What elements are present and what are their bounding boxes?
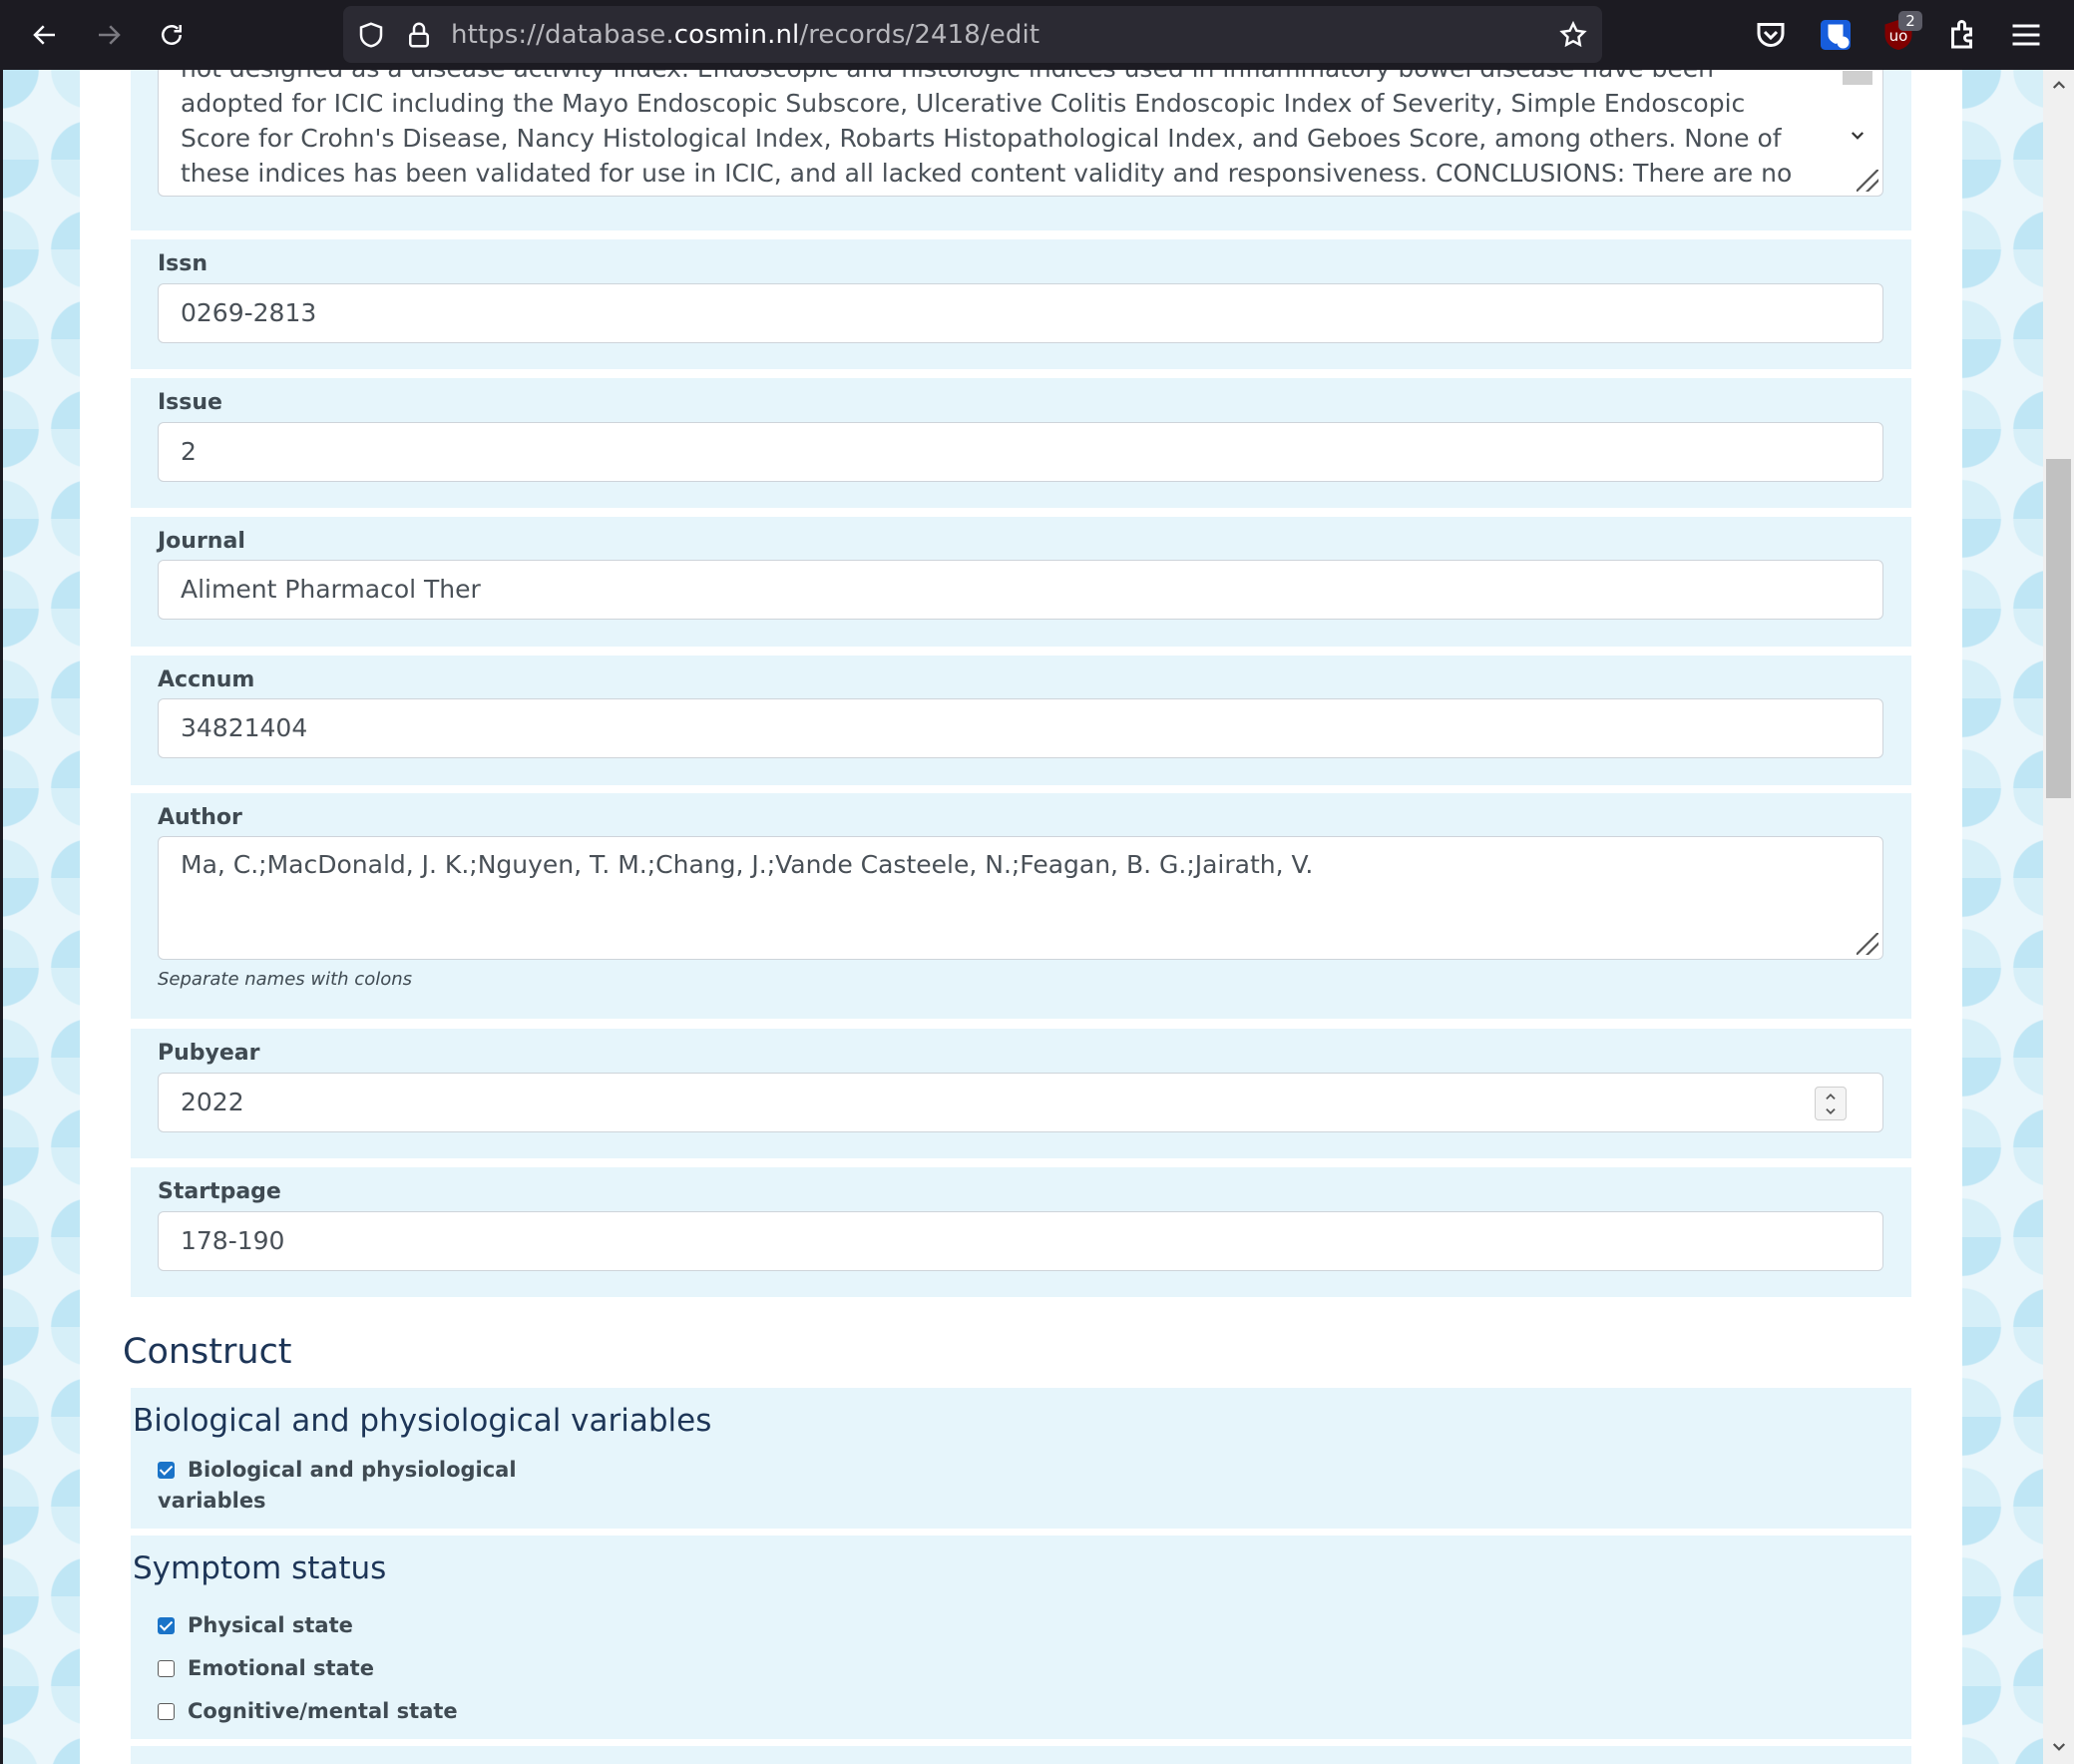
checkbox-label-continued: variables [158, 1489, 266, 1513]
abstract-scroll-thumb[interactable] [1843, 71, 1872, 85]
scroll-thumb[interactable] [2046, 459, 2071, 798]
spinner-down-icon[interactable] [1823, 1104, 1839, 1118]
author-text: Ma, C.;MacDonald, J. K.;Nguyen, T. M.;Ch… [181, 850, 1314, 879]
pocket-icon[interactable] [1753, 17, 1789, 53]
address-bar[interactable]: https://database.cosmin.nl/records/2418/… [343, 6, 1602, 63]
checkbox-row-biological[interactable]: Biological and physiological variables [158, 1455, 517, 1517]
checkbox-label: Emotional state [188, 1656, 374, 1680]
issn-input[interactable]: 0269-2813 [158, 283, 1883, 343]
accnum-field-group: Accnum 34821404 [131, 656, 1911, 785]
window-edge [0, 70, 3, 1764]
checkbox-row-physical-state[interactable]: Physical state [158, 1610, 353, 1641]
reload-icon[interactable] [149, 12, 195, 58]
chevron-down-icon[interactable] [1849, 127, 1867, 145]
checkbox-label: Biological and physiological [188, 1458, 517, 1482]
construct-group-symptom-status: Symptom status Physical state Emotional … [131, 1536, 1911, 1739]
scroll-down-arrow-icon[interactable] [2050, 1738, 2068, 1756]
extensions-puzzle-icon[interactable] [1945, 17, 1981, 53]
page-scrollbar[interactable] [2043, 70, 2074, 1764]
author-field-group: Author Ma, C.;MacDonald, J. K.;Nguyen, T… [131, 793, 1911, 1019]
checkbox-unchecked-icon[interactable] [158, 1660, 175, 1677]
construct-group-biological: Biological and physiological variables B… [131, 1388, 1911, 1529]
pubyear-field-group: Pubyear 2022 [131, 1029, 1911, 1158]
issue-field-group: Issue 2 [131, 378, 1911, 508]
construct-group-next [131, 1746, 1911, 1764]
checkbox-checked-icon[interactable] [158, 1462, 175, 1479]
issue-label: Issue [158, 390, 222, 415]
checkbox-unchecked-icon[interactable] [158, 1703, 175, 1720]
issn-field-group: Issn 0269-2813 [131, 239, 1911, 369]
extension-badge: 2 [1898, 11, 1922, 31]
group-title-biological: Biological and physiological variables [133, 1403, 712, 1439]
spinner-up-icon[interactable] [1823, 1090, 1839, 1103]
checkbox-checked-icon[interactable] [158, 1617, 175, 1634]
abstract-scrollbar[interactable] [1843, 70, 1872, 161]
forward-arrow-icon[interactable] [86, 12, 132, 58]
lock-icon[interactable] [404, 20, 434, 50]
resize-grip-icon[interactable] [1857, 170, 1878, 192]
pubyear-value: 2022 [181, 1088, 244, 1116]
bitwarden-extension-icon[interactable] [1818, 17, 1854, 53]
author-help-text: Separate names with colons [158, 969, 413, 990]
issue-input[interactable]: 2 [158, 422, 1883, 482]
number-spinner[interactable] [1815, 1087, 1847, 1120]
background-pattern-right [1962, 70, 2043, 1764]
checkbox-label: Physical state [188, 1613, 353, 1637]
abstract-textarea[interactable]: not designed as a disease activity index… [158, 70, 1883, 197]
bookmark-star-icon[interactable] [1558, 20, 1588, 50]
menu-hamburger-icon[interactable] [2008, 17, 2044, 53]
startpage-label: Startpage [158, 1179, 281, 1204]
checkbox-row-cognitive-state[interactable]: Cognitive/mental state [158, 1696, 458, 1727]
scroll-up-arrow-icon[interactable] [2050, 76, 2068, 94]
accnum-label: Accnum [158, 667, 255, 692]
startpage-field-group: Startpage 178-190 [131, 1167, 1911, 1297]
abstract-card: not designed as a disease activity index… [131, 70, 1911, 230]
page-viewport: not designed as a disease activity index… [0, 70, 2043, 1764]
record-edit-form: not designed as a disease activity index… [80, 70, 1962, 1764]
checkbox-label: Cognitive/mental state [188, 1699, 458, 1723]
pubyear-label: Pubyear [158, 1041, 260, 1066]
journal-field-group: Journal Aliment Pharmacol Ther [131, 517, 1911, 647]
issn-label: Issn [158, 251, 208, 276]
author-textarea[interactable]: Ma, C.;MacDonald, J. K.;Nguyen, T. M.;Ch… [158, 836, 1883, 960]
url-text[interactable]: https://database.cosmin.nl/records/2418/… [451, 20, 1039, 50]
construct-heading: Construct [123, 1332, 292, 1372]
back-arrow-icon[interactable] [22, 12, 68, 58]
tracking-protection-shield-icon[interactable] [356, 20, 386, 50]
browser-toolbar: https://database.cosmin.nl/records/2418/… [0, 0, 2074, 70]
pubyear-input[interactable]: 2022 [158, 1073, 1883, 1132]
author-label: Author [158, 805, 242, 830]
journal-label: Journal [158, 529, 245, 554]
abstract-text: not designed as a disease activity index… [181, 70, 1793, 196]
startpage-input[interactable]: 178-190 [158, 1211, 1883, 1271]
background-pattern-left [0, 70, 80, 1764]
accnum-input[interactable]: 34821404 [158, 698, 1883, 758]
resize-grip-icon[interactable] [1857, 933, 1878, 955]
journal-input[interactable]: Aliment Pharmacol Ther [158, 560, 1883, 620]
checkbox-row-emotional-state[interactable]: Emotional state [158, 1653, 374, 1684]
group-title-symptom-status: Symptom status [133, 1550, 387, 1586]
